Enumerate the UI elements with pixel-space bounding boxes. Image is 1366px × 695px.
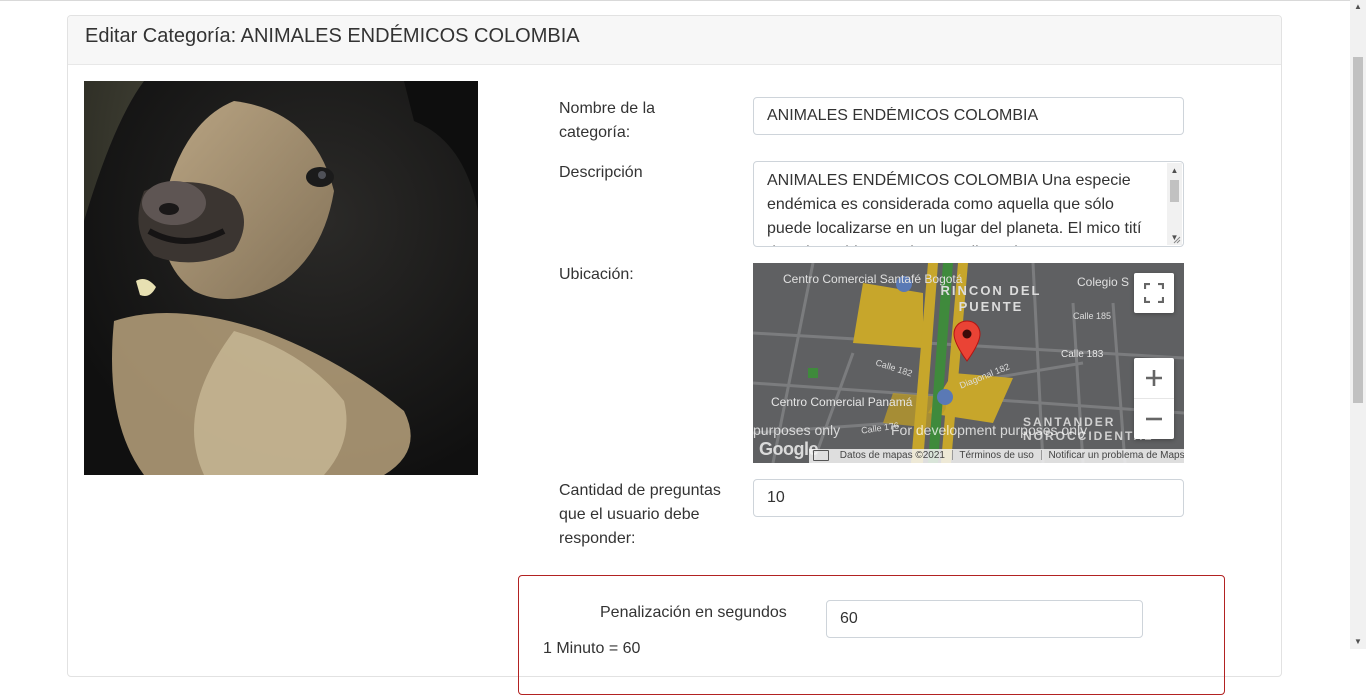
edit-category-card: Editar Categoría: ANIMALES ENDÉMICOS COL… — [67, 15, 1282, 695]
description-label: Descripción — [559, 164, 643, 181]
keyboard-icon[interactable] — [813, 449, 829, 461]
page-title: Editar Categoría: ANIMALES ENDÉMICOS COL… — [85, 25, 580, 47]
location-label: Ubicación: — [559, 266, 634, 283]
zoom-control — [1134, 358, 1174, 439]
penalty-seconds-input[interactable] — [826, 600, 1143, 638]
map-label-street1: Calle 185 — [1073, 311, 1112, 321]
plus-icon — [1146, 370, 1162, 386]
map-dev-watermark: For development purposes only — [891, 422, 1088, 438]
questions-count-input[interactable] — [753, 479, 1184, 517]
card-header: Editar Categoría: ANIMALES ENDÉMICOS COL… — [68, 16, 1281, 65]
map-data-credit: Datos de mapas ©2021 — [839, 450, 945, 461]
window-scroll-thumb[interactable] — [1353, 57, 1363, 403]
textarea-scrollbar[interactable]: ▲ ▼ — [1167, 163, 1182, 245]
terms-link[interactable]: Términos de uso — [959, 450, 1033, 461]
zoom-out-button[interactable] — [1134, 399, 1174, 439]
minus-icon — [1146, 417, 1162, 421]
penalty-section: Penalización en segundos 1 Minuto = 60 — [518, 575, 1225, 695]
report-problem-link[interactable]: Notificar un problema de Maps — [1048, 450, 1184, 461]
location-map[interactable]: Centro Comercial Santafé Bogotá RINCON D… — [753, 263, 1184, 463]
questions-label: Cantidad de preguntas que el usuario deb… — [559, 482, 721, 547]
fullscreen-icon — [1144, 283, 1164, 303]
description-text: ANIMALES ENDÉMICOS COLOMBIA Una especie … — [767, 172, 1142, 246]
penalty-label: Penalización en segundos — [600, 604, 787, 621]
scroll-up-arrow-icon[interactable]: ▲ — [1167, 163, 1182, 178]
map-label-street2: Calle 183 — [1061, 349, 1104, 360]
top-divider — [0, 0, 1350, 1]
window-scroll-up-icon[interactable]: ▲ — [1350, 0, 1366, 14]
description-textarea[interactable]: ANIMALES ENDÉMICOS COLOMBIA Una especie … — [753, 161, 1184, 247]
penalty-note: 1 Minuto = 60 — [543, 640, 641, 657]
map-label-neigh1: RINCON DEL PUENTE — [940, 283, 1042, 314]
map-marker-icon[interactable] — [953, 320, 981, 362]
map-attribution: Datos de mapas ©2021 Términos de uso Not… — [809, 449, 1184, 463]
resize-grip-icon[interactable] — [1173, 236, 1181, 244]
window-scrollbar[interactable]: ▲ ▼ — [1350, 0, 1366, 649]
fullscreen-button[interactable] — [1134, 273, 1174, 313]
name-label: Nombre de la categoría: — [559, 100, 656, 141]
map-label-mall2: Centro Comercial Panamá — [771, 395, 913, 409]
category-name-input[interactable] — [753, 97, 1184, 135]
scroll-thumb[interactable] — [1170, 180, 1179, 202]
map-dev-watermark-left: purposes only — [753, 422, 841, 438]
category-image — [84, 81, 478, 475]
map-label-school: Colegio S — [1077, 275, 1130, 289]
window-scroll-down-icon[interactable]: ▼ — [1350, 635, 1366, 649]
zoom-in-button[interactable] — [1134, 358, 1174, 399]
